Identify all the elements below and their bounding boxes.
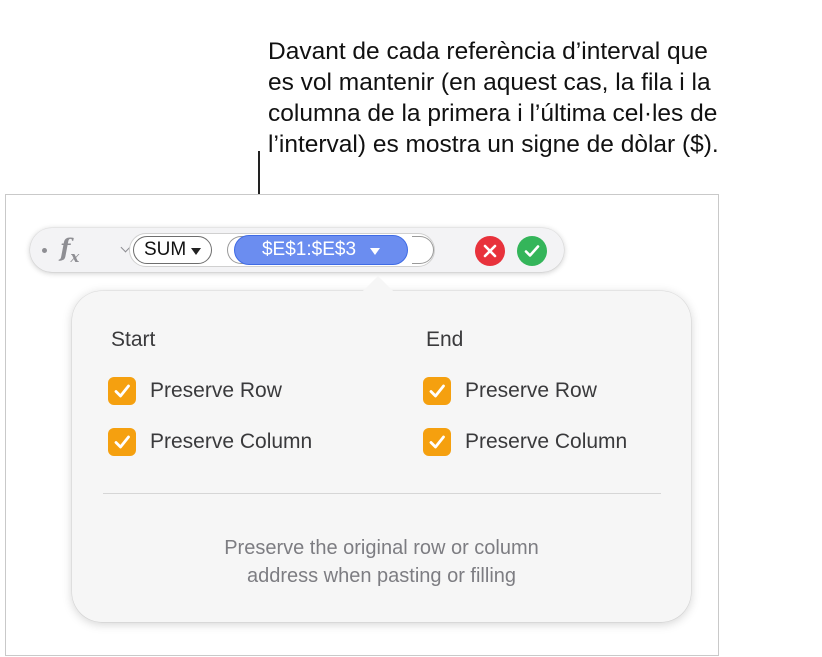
description-line-1: Preserve the original row or column bbox=[224, 537, 539, 559]
end-preserve-column[interactable]: Preserve Column bbox=[423, 428, 627, 456]
popover-description: Preserve the original row or column addr… bbox=[72, 534, 691, 590]
range-reference-text: $E$1:$E$3 bbox=[261, 239, 357, 260]
checkmark-icon bbox=[524, 245, 540, 257]
drag-handle-icon[interactable] bbox=[42, 248, 47, 253]
checkbox-checked-icon[interactable] bbox=[108, 428, 136, 456]
start-preserve-row[interactable]: Preserve Row bbox=[108, 377, 282, 405]
function-name: SUM bbox=[144, 239, 187, 260]
function-dropdown-icon bbox=[191, 247, 202, 255]
range-reference-token[interactable]: $E$1:$E$3 bbox=[234, 235, 408, 265]
accept-button[interactable] bbox=[517, 236, 547, 266]
start-preserve-column[interactable]: Preserve Column bbox=[108, 428, 312, 456]
fx-subscript: x bbox=[70, 247, 80, 266]
checkbox-checked-icon[interactable] bbox=[423, 428, 451, 456]
description-line-2: address when pasting or filling bbox=[246, 565, 517, 587]
end-preserve-column-label: Preserve Column bbox=[465, 430, 628, 453]
callout-line-4: l’interval) es mostra un signe de dòlar … bbox=[268, 131, 719, 158]
x-mark-icon bbox=[483, 244, 497, 258]
function-token[interactable]: SUM bbox=[133, 236, 213, 264]
callout-text: Davant de cada referència d’interval que… bbox=[268, 36, 808, 160]
checkbox-checked-icon[interactable] bbox=[108, 377, 136, 405]
callout-line-2: es vol mantenir (en aquest cas, la fila … bbox=[268, 69, 711, 96]
formula-editor: fx SUM $E$1:$E$3 bbox=[30, 228, 564, 272]
end-preserve-row[interactable]: Preserve Row bbox=[423, 377, 597, 405]
popover-arrow bbox=[361, 276, 395, 293]
checkbox-checked-icon[interactable] bbox=[423, 377, 451, 405]
callout-line-3: columna de la primera i l’última cel·les… bbox=[268, 100, 718, 127]
end-column-title: End bbox=[426, 328, 464, 351]
start-preserve-row-label: Preserve Row bbox=[150, 379, 282, 402]
range-dropdown-icon bbox=[370, 247, 381, 255]
cancel-button[interactable] bbox=[475, 236, 505, 266]
end-preserve-row-label: Preserve Row bbox=[465, 379, 597, 402]
popover-divider bbox=[103, 493, 661, 494]
start-preserve-column-label: Preserve Column bbox=[150, 430, 313, 453]
fx-letter: f bbox=[60, 233, 71, 262]
function-fx-icon[interactable]: fx bbox=[60, 233, 79, 266]
callout-line-1: Davant de cada referència d’interval que bbox=[268, 38, 708, 65]
start-column-title: Start bbox=[111, 328, 156, 351]
